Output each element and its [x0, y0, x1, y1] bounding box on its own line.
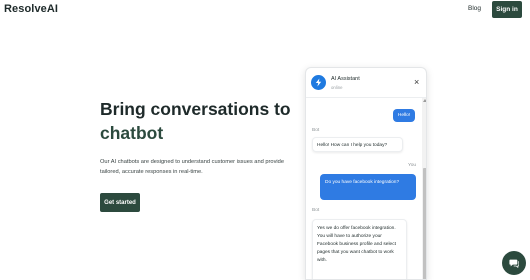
close-icon[interactable]: ×	[414, 78, 419, 87]
scroll-up-arrow-icon[interactable]	[423, 99, 426, 102]
lightning-icon	[311, 75, 326, 90]
assistant-name: AI Assistant	[331, 76, 360, 82]
chat-header: AI Assistant online ×	[306, 68, 426, 98]
nav-link-blog[interactable]: Blog	[468, 5, 481, 12]
message-sender: You	[408, 163, 417, 168]
brand-logo[interactable]: ResolveAI	[4, 3, 58, 15]
message-bubble-bot: Hello! How can I help you today?	[312, 137, 403, 152]
chat-messages[interactable]: Hello! Bot Hello! How can I help you tod…	[306, 98, 426, 279]
hero-title-line-2: chatbot	[100, 123, 164, 143]
sign-in-button[interactable]: Sign in	[492, 1, 522, 18]
hero-title: Bring conversations to chatbot	[100, 97, 310, 145]
top-header: ResolveAI Blog Sign in	[0, 0, 530, 22]
chat-scroll-thumb[interactable]	[423, 168, 426, 279]
message-bubble-bot: Yes we do offer facebook integration. Yo…	[312, 219, 407, 279]
hero-description: Our AI chatbots are designed to understa…	[100, 159, 285, 175]
chat-widget: AI Assistant online × Hello! Bot Hello! …	[305, 67, 427, 280]
hero-title-line-1: Bring conversations to	[100, 99, 291, 119]
assistant-status: online	[331, 85, 343, 90]
message-sender: Bot	[312, 208, 320, 213]
message-bubble-user: Do you have facebook integration?	[320, 174, 416, 200]
message-bubble-user: Hello!	[393, 109, 415, 122]
get-started-button[interactable]: Get started	[100, 193, 140, 212]
landing-page: ResolveAI Blog Sign in Bring conversatio…	[0, 0, 530, 280]
chat-bubble-icon[interactable]	[502, 251, 526, 275]
message-sender: Bot	[312, 128, 320, 133]
